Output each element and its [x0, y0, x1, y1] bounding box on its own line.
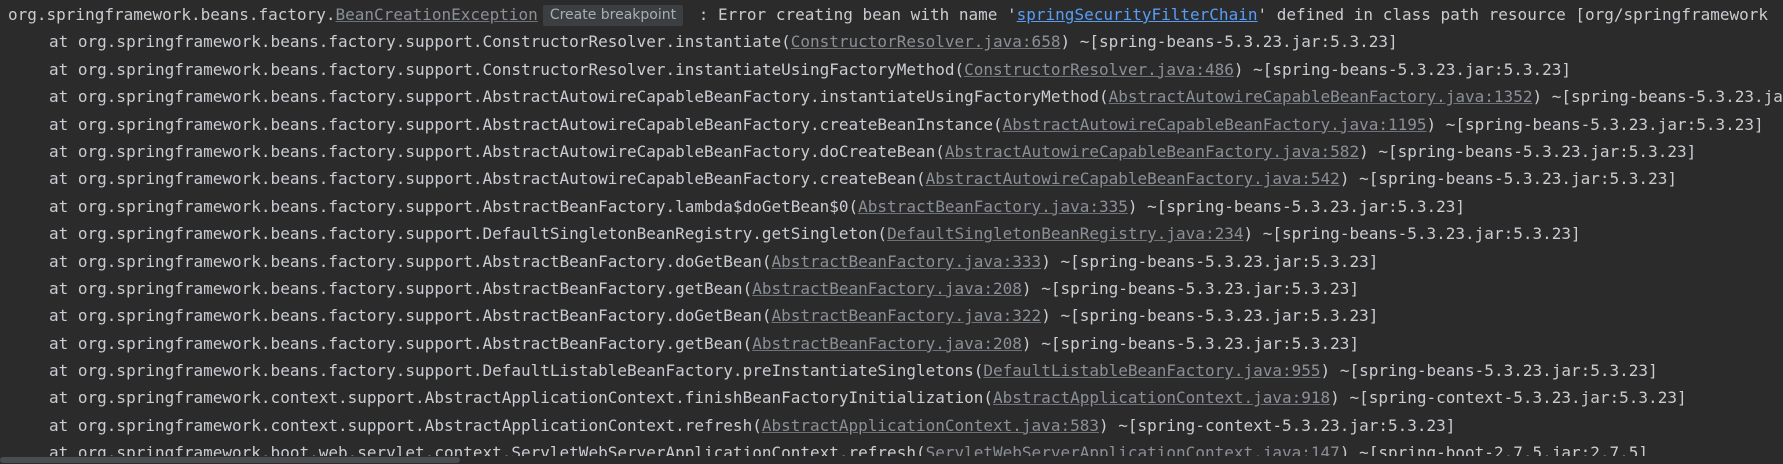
- frame-method: at org.springframework.beans.factory.sup…: [49, 306, 772, 326]
- source-link[interactable]: AbstractAutowireCapableBeanFactory.java:…: [945, 142, 1359, 161]
- source-link[interactable]: AbstractApplicationContext.java:918: [993, 388, 1330, 407]
- frame-method: at org.springframework.beans.factory.sup…: [49, 141, 945, 161]
- frame-method: at org.springframework.beans.factory.sup…: [49, 114, 1003, 134]
- frame-method: at org.springframework.context.support.A…: [49, 388, 994, 408]
- frame-method: at org.springframework.beans.factory.sup…: [49, 59, 965, 79]
- frame-jar: ) ~[spring-context-5.3.23.jar:5.3.23]: [1098, 415, 1456, 435]
- source-link[interactable]: AbstractBeanFactory.java:322: [771, 306, 1041, 325]
- source-link[interactable]: AbstractAutowireCapableBeanFactory.java:…: [1109, 87, 1533, 106]
- frame-jar: ) ~[spring-context-5.3.23.jar:5.3.23]: [1330, 388, 1687, 408]
- source-link[interactable]: ConstructorResolver.java:658: [791, 32, 1061, 51]
- source-link[interactable]: AbstractBeanFactory.java:335: [858, 197, 1128, 216]
- frame-jar: ) ~[spring-beans-5.3.23.jar:5.3.23]: [1021, 278, 1360, 298]
- frame-jar: ) ~[spring-beans-5.3.23.jar:5.3.23]: [1339, 169, 1677, 189]
- source-link[interactable]: AbstractBeanFactory.java:333: [771, 252, 1041, 271]
- frame-jar: ) ~[spring-beans-5.3.23.jar:5.3.23]: [1243, 224, 1581, 244]
- frame-method: at org.springframework.beans.factory.sup…: [49, 333, 753, 353]
- frame-jar: ) ~[spring-beans-5.3.23.jar:5.3.23]: [1041, 251, 1379, 271]
- stack-frame: at org.springframework.beans.factory.sup…: [0, 193, 1783, 220]
- stack-frame: at org.springframework.beans.factory.sup…: [0, 111, 1783, 138]
- exception-header-line: org.springframework.beans.factory.BeanCr…: [0, 1, 1783, 28]
- exception-message: : Error creating bean with name ': [689, 5, 1017, 24]
- stack-frame: at org.springframework.beans.factory.sup…: [0, 275, 1783, 302]
- stack-frame: at org.springframework.beans.factory.sup…: [0, 56, 1783, 83]
- source-link[interactable]: ConstructorResolver.java:486: [964, 60, 1234, 79]
- stack-frame: at org.springframework.beans.factory.sup…: [0, 220, 1783, 247]
- frame-jar: ) ~[spring-beans-5.3.23.jar:5.3.23]: [1233, 59, 1571, 79]
- console-output: org.springframework.beans.factory.BeanCr…: [0, 0, 1783, 464]
- scrollbar-thumb[interactable]: [0, 457, 460, 463]
- frame-method: at org.springframework.beans.factory.sup…: [49, 196, 859, 216]
- frame-method: at org.springframework.beans.factory.sup…: [49, 87, 1109, 107]
- frame-jar: ) ~[spring-beans-5.3.23.jar:5.3.23]: [1426, 114, 1764, 134]
- exception-class-link[interactable]: BeanCreationException: [336, 5, 538, 24]
- source-link[interactable]: AbstractApplicationContext.java:583: [762, 416, 1099, 435]
- exception-message-suffix: ' defined in class path resource [org/sp…: [1257, 5, 1769, 24]
- frame-jar: ) ~[spring-beans-5.3.23.jar:5.3.23]: [1021, 333, 1360, 353]
- frame-method: at org.springframework.beans.factory.sup…: [49, 32, 791, 52]
- bean-name-link[interactable]: springSecurityFilterChain: [1017, 5, 1258, 24]
- exception-package: org.springframework.beans.factory.: [8, 5, 336, 24]
- stack-frame: at org.springframework.beans.factory.sup…: [0, 357, 1783, 384]
- source-link[interactable]: AbstractBeanFactory.java:208: [752, 279, 1022, 298]
- stack-frame: at org.springframework.beans.factory.sup…: [0, 330, 1783, 357]
- stack-frame: at org.springframework.context.support.A…: [0, 412, 1783, 439]
- frame-jar: ) ~[spring-beans-5.3.23.jar:5.3.23]: [1359, 141, 1697, 161]
- source-link[interactable]: AbstractBeanFactory.java:208: [752, 334, 1022, 353]
- stack-frame: at org.springframework.beans.factory.sup…: [0, 138, 1783, 165]
- frame-jar: ) ~[spring-beans-5.3.23.jar:5.3.23]: [1060, 32, 1398, 52]
- frame-method: at org.springframework.beans.factory.sup…: [49, 224, 888, 244]
- frame-jar: ) ~[spring-beans-5.3.23.jar:5.3.23]: [1127, 196, 1466, 216]
- frame-method: at org.springframework.beans.factory.sup…: [49, 251, 772, 271]
- frame-method: at org.springframework.beans.factory.sup…: [49, 169, 926, 189]
- source-link[interactable]: AbstractAutowireCapableBeanFactory.java:…: [926, 169, 1340, 188]
- frame-jar: ) ~[spring-beans-5.3.23.jar:5.3.23]: [1532, 87, 1783, 107]
- source-link[interactable]: DefaultSingletonBeanRegistry.java:234: [887, 224, 1243, 243]
- stack-frame: at org.springframework.beans.factory.sup…: [0, 28, 1783, 55]
- frame-method: at org.springframework.context.support.A…: [49, 415, 762, 435]
- frame-method: at org.springframework.beans.factory.sup…: [49, 278, 753, 298]
- stack-frame: at org.springframework.beans.factory.sup…: [0, 248, 1783, 275]
- source-link[interactable]: AbstractAutowireCapableBeanFactory.java:…: [1003, 115, 1427, 134]
- stack-frame: at org.springframework.beans.factory.sup…: [0, 83, 1783, 110]
- stack-frame: at org.springframework.beans.factory.sup…: [0, 302, 1783, 329]
- frame-jar: ) ~[spring-beans-5.3.23.jar:5.3.23]: [1041, 306, 1379, 326]
- horizontal-scrollbar[interactable]: [0, 456, 1783, 464]
- frame-method: at org.springframework.beans.factory.sup…: [49, 361, 984, 381]
- stack-frame: at org.springframework.beans.factory.sup…: [0, 165, 1783, 192]
- stack-frame: at org.springframework.context.support.A…: [0, 384, 1783, 411]
- create-breakpoint-button[interactable]: Create breakpoint: [542, 5, 684, 26]
- source-link[interactable]: DefaultListableBeanFactory.java:955: [983, 361, 1320, 380]
- frame-jar: ) ~[spring-beans-5.3.23.jar:5.3.23]: [1320, 361, 1658, 381]
